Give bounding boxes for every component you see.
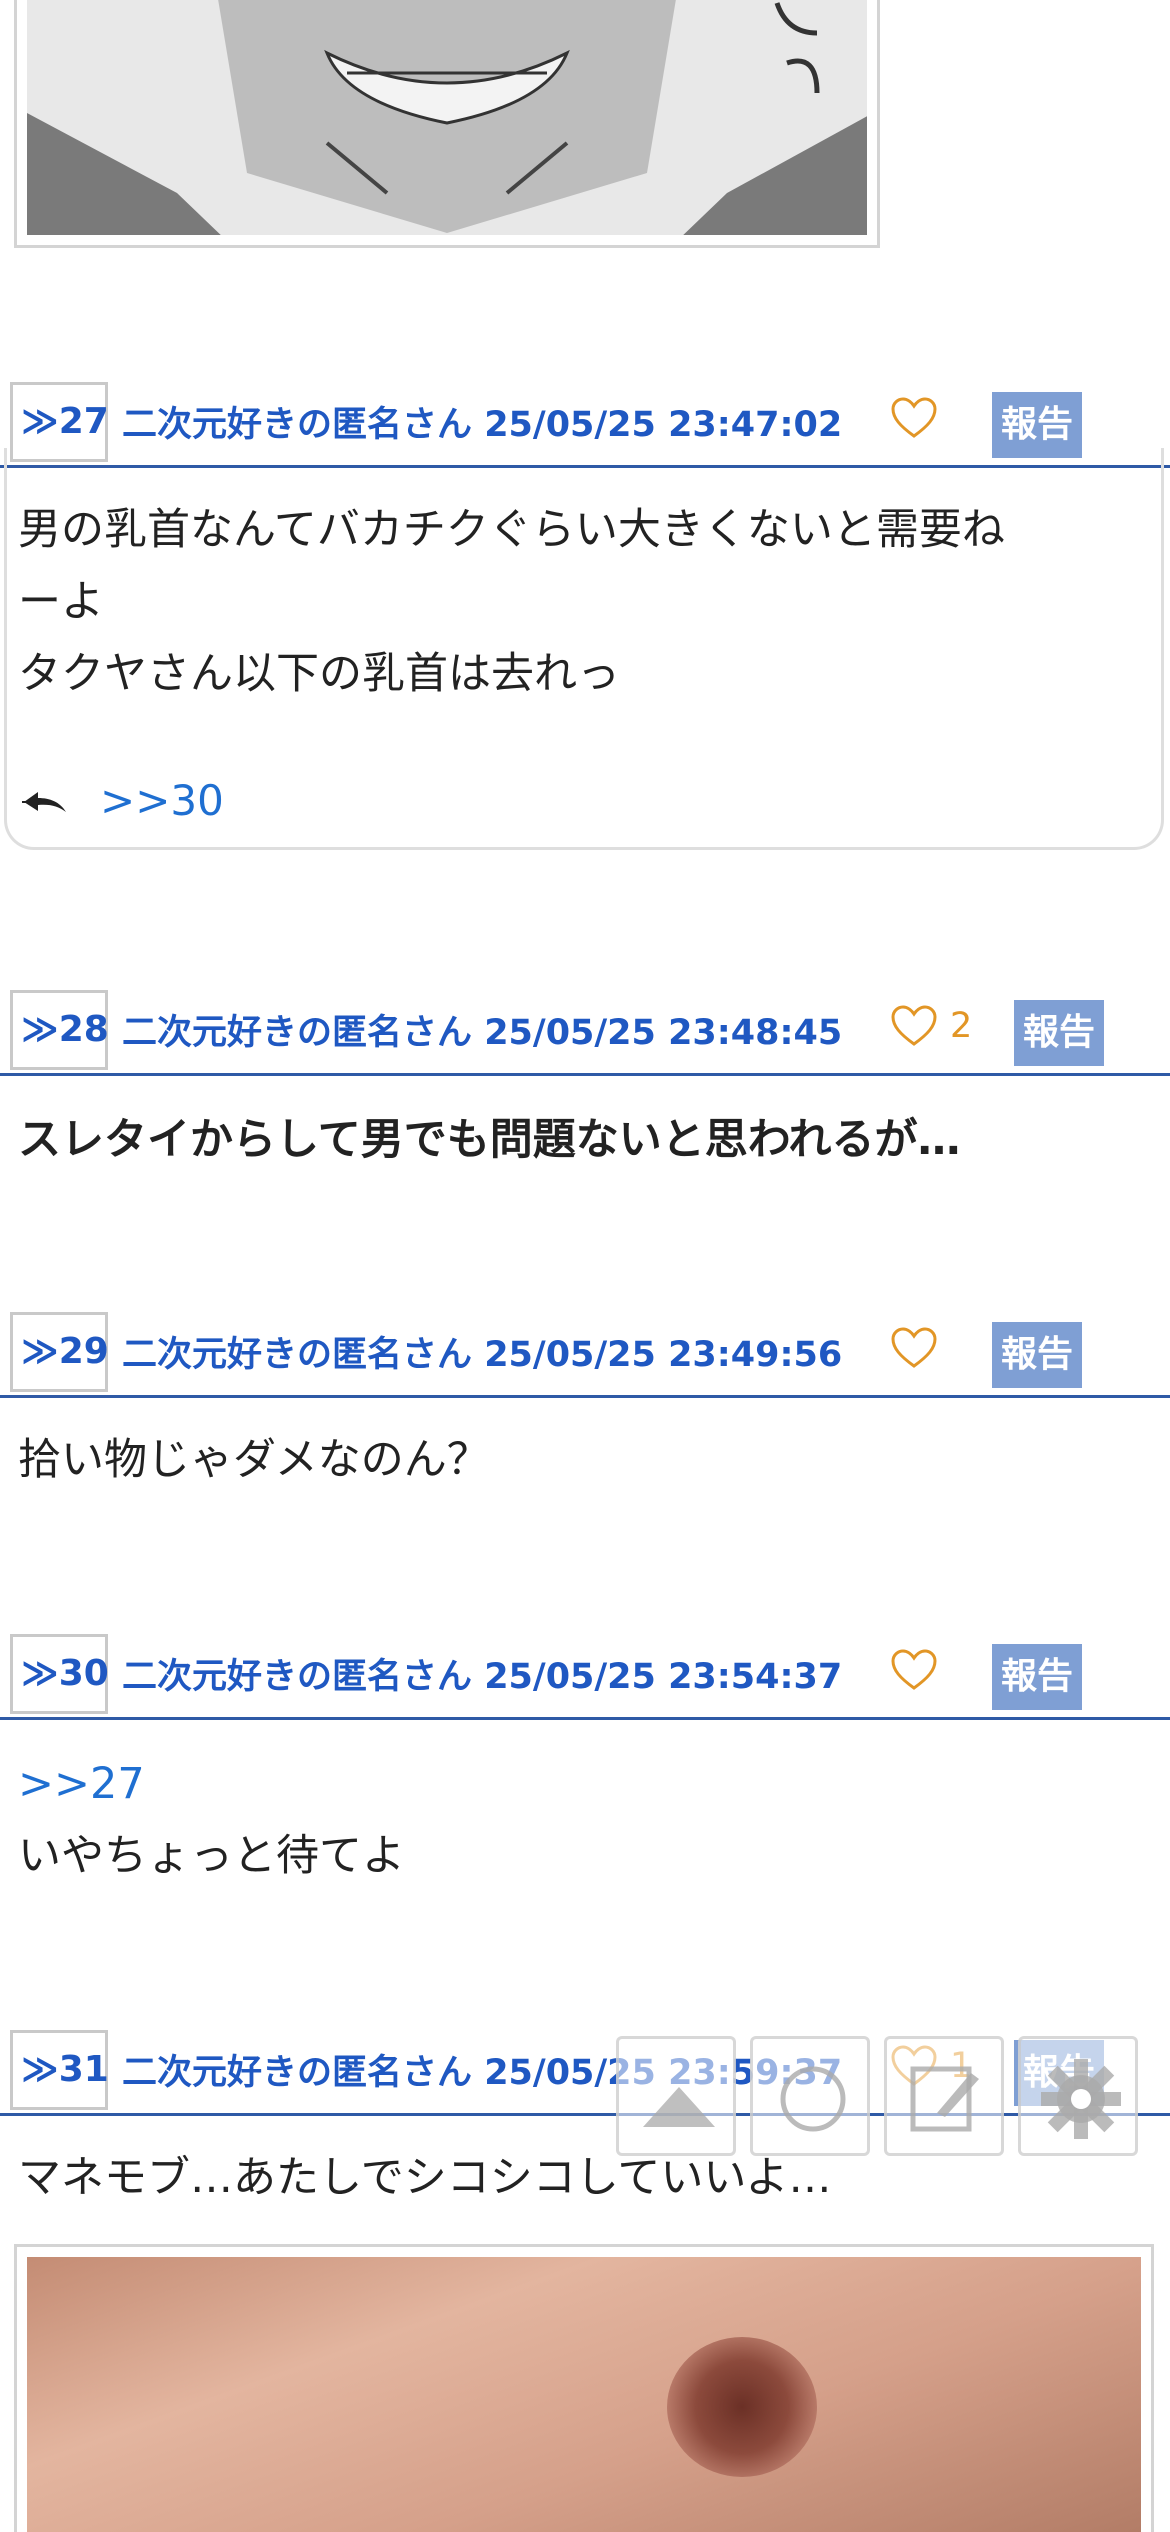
poster-name: 二次元好きの匿名さん — [122, 1335, 473, 1375]
post-image-photo[interactable] — [14, 2244, 1154, 2532]
post-body-28: スレタイからして男でも問題ないと思われるが… — [18, 1104, 961, 1176]
post-line: 男の乳首なんてバカチクぐらい大きくないと需要ね — [18, 505, 1005, 555]
post-number[interactable]: ≫28 — [10, 990, 109, 1070]
report-button[interactable]: 報告 — [992, 1644, 1082, 1710]
post-header-28: ≫28 二次元好きの匿名さん 25/05/25 23:48:45 2 報告 — [0, 990, 1170, 1076]
heart-outline-icon[interactable] — [890, 1648, 938, 1692]
post-datetime: 25/05/25 23:49:56 — [484, 1335, 843, 1375]
scroll-top-button[interactable] — [616, 2036, 736, 2156]
gear-icon — [1041, 2059, 1121, 2139]
post-datetime: 25/05/25 23:47:02 — [484, 405, 843, 445]
poster-name: 二次元好きの匿名さん — [122, 1013, 473, 1053]
poster-name: 二次元好きの匿名さん — [122, 1657, 473, 1697]
poster-meta: 二次元好きの匿名さん 25/05/25 23:49:56 — [122, 1326, 842, 1377]
post-line: 拾い物じゃダメなのん？ — [18, 1435, 490, 1485]
photo-image — [27, 2257, 1141, 2532]
post-body-29: 拾い物じゃダメなのん？ — [18, 1424, 490, 1496]
manga-panel-image — [27, 0, 867, 235]
reply-icon[interactable] — [20, 780, 70, 820]
post-line: いやちょっと待てよ — [18, 1831, 405, 1881]
post-line: ーよ — [18, 577, 104, 627]
post-number[interactable]: ≫30 — [10, 1634, 109, 1714]
heart-outline-icon[interactable] — [890, 1326, 938, 1370]
circle-icon — [780, 2066, 846, 2132]
write-button[interactable] — [884, 2036, 1004, 2156]
heart-outline-icon[interactable] — [890, 1004, 938, 1048]
settings-button[interactable] — [1018, 2036, 1138, 2156]
poster-meta: 二次元好きの匿名さん 25/05/25 23:54:37 — [122, 1648, 842, 1699]
report-button[interactable]: 報告 — [1014, 1000, 1104, 1066]
up-arrow-icon — [643, 2087, 715, 2127]
post-image-manga[interactable] — [14, 0, 880, 248]
reply-link[interactable]: >>30 — [100, 776, 224, 825]
post-header-29: ≫29 二次元好きの匿名さん 25/05/25 23:49:56 報告 — [0, 1312, 1170, 1398]
report-button[interactable]: 報告 — [992, 1322, 1082, 1388]
poster-name: 二次元好きの匿名さん — [122, 405, 473, 445]
poster-meta: 二次元好きの匿名さん 25/05/25 23:48:45 — [122, 1004, 842, 1055]
like-count: 2 — [950, 1006, 973, 1046]
pencil-icon — [910, 2066, 979, 2132]
heart-outline-icon[interactable] — [890, 396, 938, 440]
refresh-button[interactable] — [750, 2036, 870, 2156]
post-datetime: 25/05/25 23:48:45 — [484, 1013, 843, 1053]
quote-link[interactable]: >>27 — [18, 1748, 405, 1820]
post-body-30: >>27 いやちょっと待てよ — [18, 1748, 405, 1892]
post-datetime: 25/05/25 23:54:37 — [484, 1657, 843, 1697]
post-number[interactable]: ≫29 — [10, 1312, 109, 1392]
post-header-30: ≫30 二次元好きの匿名さん 25/05/25 23:54:37 報告 — [0, 1634, 1170, 1720]
post-line: スレタイからして男でも問題ないと思われるが… — [18, 1115, 961, 1165]
post-body-27: 男の乳首なんてバカチクぐらい大きくないと需要ね ーよ タクヤさん以下の乳首は去れ… — [18, 494, 1005, 710]
poster-meta: 二次元好きの匿名さん 25/05/25 23:47:02 — [122, 396, 842, 447]
poster-name: 二次元好きの匿名さん — [122, 2053, 473, 2093]
post-number[interactable]: ≫31 — [10, 2030, 109, 2110]
photo-detail — [667, 2337, 817, 2477]
post-line: タクヤさん以下の乳首は去れっ — [18, 649, 620, 699]
reply-row: >>30 — [20, 770, 224, 830]
